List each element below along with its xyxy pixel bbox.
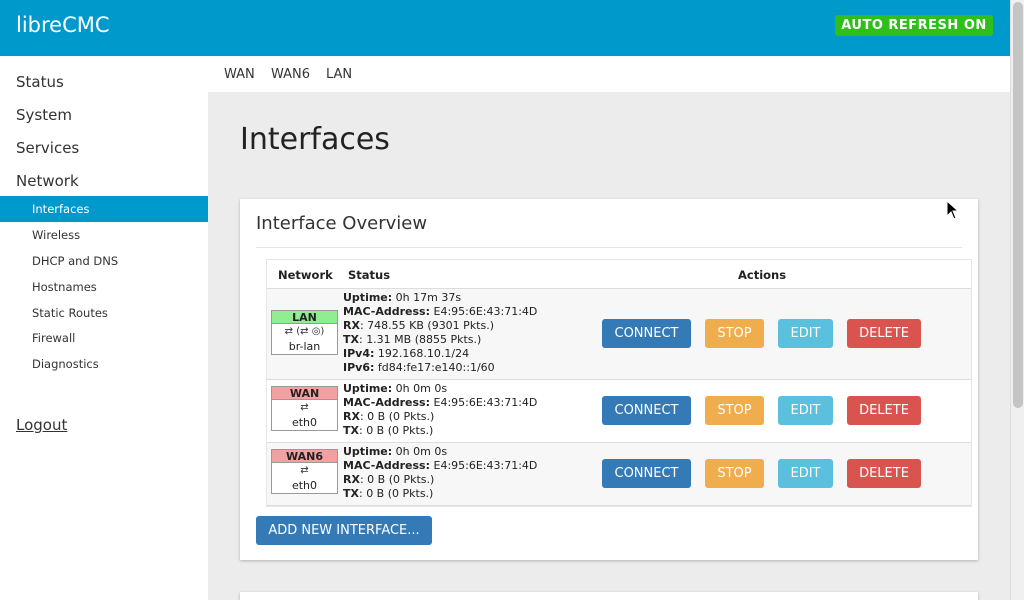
panel-title: Interface Overview <box>256 213 428 234</box>
sidebar-item-services[interactable]: Services <box>16 139 79 157</box>
edit-button[interactable]: EDIT <box>778 396 833 425</box>
ethernet-bridge-icon: ⇄ (⇄ ◎) <box>284 326 325 337</box>
stop-button[interactable]: STOP <box>705 396 764 425</box>
rx-label: RX <box>343 319 360 332</box>
sidebar-item-hostnames[interactable]: Hostnames <box>0 274 208 300</box>
next-panel <box>240 592 978 600</box>
mac-label: MAC-Address: <box>343 459 430 472</box>
stop-button[interactable]: STOP <box>705 319 764 348</box>
delete-button[interactable]: DELETE <box>847 459 921 488</box>
table-header: Network Status Actions <box>267 260 971 289</box>
sidebar-item-wireless[interactable]: Wireless <box>0 222 208 248</box>
sidebar-item-system[interactable]: System <box>16 106 72 124</box>
network-name: WAN6 <box>272 450 337 463</box>
mac-value: E4:95:6E:43:71:4D <box>433 396 538 409</box>
divider <box>256 247 962 248</box>
sidebar-item-network[interactable]: Network <box>16 172 79 190</box>
delete-button[interactable]: DELETE <box>847 396 921 425</box>
ipv4-value: 192.168.10.1/24 <box>377 347 470 360</box>
sidebar-item-static-routes[interactable]: Static Routes <box>0 300 208 326</box>
interface-tabs: WAN WAN6 LAN <box>208 56 1010 92</box>
rx-label: RX <box>343 410 360 423</box>
interface-status: Uptime: 0h 17m 37s MAC-Address: E4:95:6E… <box>343 291 538 374</box>
ethernet-port-icon: ⇄ <box>300 465 309 476</box>
mac-value: E4:95:6E:43:71:4D <box>433 459 538 472</box>
uptime-label: Uptime: <box>343 291 393 304</box>
interface-status: Uptime: 0h 0m 0s MAC-Address: E4:95:6E:4… <box>343 445 538 500</box>
logout-link[interactable]: Logout <box>16 416 67 434</box>
sidebar-item-diagnostics[interactable]: Diagnostics <box>0 351 208 377</box>
header-network: Network <box>278 268 333 282</box>
ipv4-label: IPv4: <box>343 347 375 360</box>
stop-button[interactable]: STOP <box>705 459 764 488</box>
tx-label: TX <box>343 333 359 346</box>
mouse-cursor-icon <box>946 200 960 220</box>
table-row-wan: WAN ⇄ eth0 Uptime: 0h 0m 0s MAC-Address:… <box>267 380 971 443</box>
network-badge-lan[interactable]: LAN ⇄ (⇄ ◎) br-lan <box>271 310 338 355</box>
header-actions: Actions <box>738 268 787 282</box>
interface-status: Uptime: 0h 0m 0s MAC-Address: E4:95:6E:4… <box>343 382 538 437</box>
tx-value: 0 B (0 Pkts.) <box>366 424 434 437</box>
rx-value: 0 B (0 Pkts.) <box>367 473 435 486</box>
uptime-label: Uptime: <box>343 382 393 395</box>
network-badge-wan6[interactable]: WAN6 ⇄ eth0 <box>271 449 338 494</box>
uptime-value: 0h 17m 37s <box>395 291 462 304</box>
sidebar-item-interfaces[interactable]: Interfaces <box>0 196 208 222</box>
network-badge-wan[interactable]: WAN ⇄ eth0 <box>271 386 338 431</box>
tab-lan[interactable]: LAN <box>326 67 352 82</box>
table-row-wan6: WAN6 ⇄ eth0 Uptime: 0h 0m 0s MAC-Address… <box>267 443 971 506</box>
mac-value: E4:95:6E:43:71:4D <box>433 305 538 318</box>
brand-title[interactable]: libreCMC <box>16 13 110 37</box>
tx-label: TX <box>343 424 359 437</box>
scrollbar-thumb[interactable] <box>1013 2 1023 408</box>
network-device: eth0 <box>291 479 318 492</box>
connect-button[interactable]: CONNECT <box>602 459 691 488</box>
delete-button[interactable]: DELETE <box>847 319 921 348</box>
rx-label: RX <box>343 473 360 486</box>
top-header: libreCMC AUTO REFRESH ON <box>0 0 1010 56</box>
add-new-interface-button[interactable]: ADD NEW INTERFACE... <box>256 516 432 545</box>
sidebar-item-firewall[interactable]: Firewall <box>0 325 208 351</box>
uptime-value: 0h 0m 0s <box>395 445 448 458</box>
edit-button[interactable]: EDIT <box>778 319 833 348</box>
interface-overview-panel: Interface Overview Network Status Action… <box>240 199 978 560</box>
network-device: br-lan <box>288 340 321 353</box>
ethernet-port-icon: ⇄ <box>300 402 309 413</box>
network-device: eth0 <box>291 416 318 429</box>
connect-button[interactable]: CONNECT <box>602 396 691 425</box>
tab-wan6[interactable]: WAN6 <box>271 67 310 82</box>
rx-value: 0 B (0 Pkts.) <box>367 410 435 423</box>
tab-wan[interactable]: WAN <box>224 67 255 82</box>
rx-value: 748.55 KB (9301 Pkts.) <box>367 319 495 332</box>
tx-label: TX <box>343 487 359 500</box>
page-scrollbar[interactable] <box>1010 0 1024 600</box>
sidebar: Status System Services Network Interface… <box>0 56 208 600</box>
sidebar-item-dhcp-dns[interactable]: DHCP and DNS <box>0 248 208 274</box>
page-title: Interfaces <box>240 122 390 157</box>
ipv6-value: fd84:fe17:e140::1/60 <box>377 361 495 374</box>
network-name: WAN <box>272 387 337 400</box>
ipv6-label: IPv6: <box>343 361 375 374</box>
uptime-value: 0h 0m 0s <box>395 382 448 395</box>
mac-label: MAC-Address: <box>343 396 430 409</box>
connect-button[interactable]: CONNECT <box>602 319 691 348</box>
edit-button[interactable]: EDIT <box>778 459 833 488</box>
mac-label: MAC-Address: <box>343 305 430 318</box>
tx-value: 0 B (0 Pkts.) <box>366 487 434 500</box>
table-row-lan: LAN ⇄ (⇄ ◎) br-lan Uptime: 0h 17m 37s MA… <box>267 289 971 380</box>
interfaces-table: Network Status Actions LAN ⇄ (⇄ ◎) br-la… <box>266 259 972 507</box>
header-status: Status <box>348 268 391 282</box>
network-name: LAN <box>272 311 337 324</box>
uptime-label: Uptime: <box>343 445 393 458</box>
auto-refresh-toggle[interactable]: AUTO REFRESH ON <box>835 15 993 36</box>
sidebar-item-status[interactable]: Status <box>16 73 64 91</box>
tx-value: 1.31 MB (8855 Pkts.) <box>366 333 482 346</box>
